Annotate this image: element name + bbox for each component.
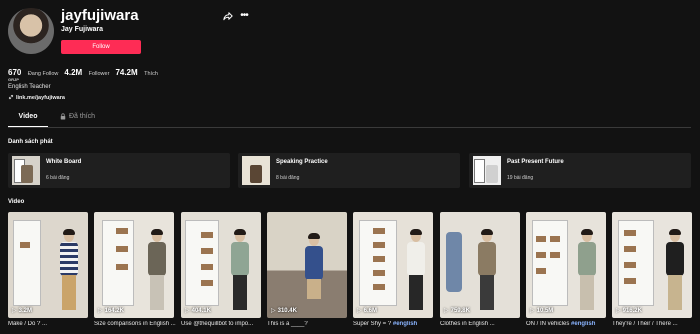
tab-liked-label: Đã thích [69,113,96,120]
play-icon: ▷ [530,308,535,314]
play-icon: ▷ [616,308,621,314]
playlist-title: White Board [46,159,82,165]
video-caption[interactable]: This is a ____? [267,321,351,327]
likes-label: Thích [144,71,158,77]
share-icon[interactable] [222,10,234,22]
video-views: ▷ 759.8K [444,307,470,315]
video-caption[interactable]: Size comparisons in English ... [94,321,178,327]
play-icon: ▷ [271,308,276,314]
playlist-card-white-board[interactable]: White Board 6 bài đăng [8,153,230,188]
display-name: Jay Fujiwara [61,26,104,33]
profile-stats: 670 Đang Follow 4.2M Follower 74.2M Thíc… [8,62,158,80]
video-card[interactable]: ▷ 3.2M [8,212,88,318]
video-views: ▷ 404.1K [185,307,211,315]
playlist-title: Speaking Practice [276,159,328,165]
play-icon: ▷ [98,308,103,314]
following-label: Đang Follow [27,71,59,77]
video-hashtag[interactable]: #english [571,321,595,327]
playlist-title: Past Present Future [507,159,564,165]
playlist-card-past-present-future[interactable]: Past Present Future 19 bài đăng [469,153,691,188]
video-caption[interactable]: Make / Do ? ... [8,321,92,327]
followers-label: Follower [88,71,110,77]
playlist-count: 19 bài đăng [507,175,534,181]
followers-count: 4.2M [64,68,83,77]
play-icon: ▷ [12,308,17,314]
link-icon [8,94,14,102]
video-views: ▷ 916.2K [616,307,642,315]
followers-stat[interactable]: 4.2M Follower [64,62,109,80]
playlist-thumbnail [12,156,40,185]
videos-title: Video [8,199,25,205]
video-views: ▷ 310.4K [271,307,297,315]
video-card[interactable]: ▷ 164.2K [94,212,174,318]
video-caption[interactable]: Use @thequillbot to impo... [181,321,265,327]
profile-bio: English Teacher [8,84,51,90]
video-card[interactable]: ▷ 916.2K [612,212,692,318]
video-views: ▷ 6.6M [357,307,377,315]
playlist-card-speaking-practice[interactable]: Speaking Practice 8 bài đăng [238,153,460,188]
playlist-thumbnail [242,156,270,185]
video-caption[interactable]: ON / IN vehicles #english [526,321,610,327]
playlists-title: Danh sách phát [8,139,53,145]
video-card[interactable]: ▷ 310.4K [267,212,347,318]
video-views: ▷ 164.2K [98,307,124,315]
video-caption[interactable]: Super Shy = ? #english [353,321,437,327]
following-count: 670 [8,68,22,77]
likes-stat: 74.2M Thích [115,62,157,80]
playlist-count: 8 bài đăng [276,175,300,181]
profile-link-text: link.me/jayfujiwara [16,95,65,101]
video-caption[interactable]: Clothes in English ... [440,321,524,327]
username: jayfujiwara [61,7,139,24]
play-icon: ▷ [357,308,362,314]
playlist-thumbnail [473,156,501,185]
video-views: ▷ 3.2M [12,307,32,315]
video-card[interactable]: ▷ 759.8K [440,212,520,318]
playlist-count: 6 bài đăng [46,175,70,181]
video-hashtag[interactable]: #english [393,321,417,327]
video-caption[interactable]: They're / Their / There ... [612,321,696,327]
tab-video[interactable]: Video [8,113,48,127]
lock-icon [60,113,66,127]
video-card[interactable]: ▷ 10.5M [526,212,606,318]
more-options-icon[interactable]: ••• [238,10,250,22]
video-card[interactable]: ▷ 6.6M [353,212,433,318]
profile-link[interactable]: link.me/jayfujiwara [8,94,65,102]
tabs-divider [8,127,691,128]
tab-liked[interactable]: Đã thích [60,113,95,127]
follow-button[interactable]: Follow [61,40,141,54]
video-views: ▷ 10.5M [530,307,554,315]
avatar[interactable] [8,8,54,54]
likes-count: 74.2M [115,68,138,77]
play-icon: ▷ [444,308,449,314]
profile-small-label: GRJP [8,77,19,82]
play-icon: ▷ [185,308,190,314]
video-card[interactable]: ▷ 404.1K [181,212,261,318]
